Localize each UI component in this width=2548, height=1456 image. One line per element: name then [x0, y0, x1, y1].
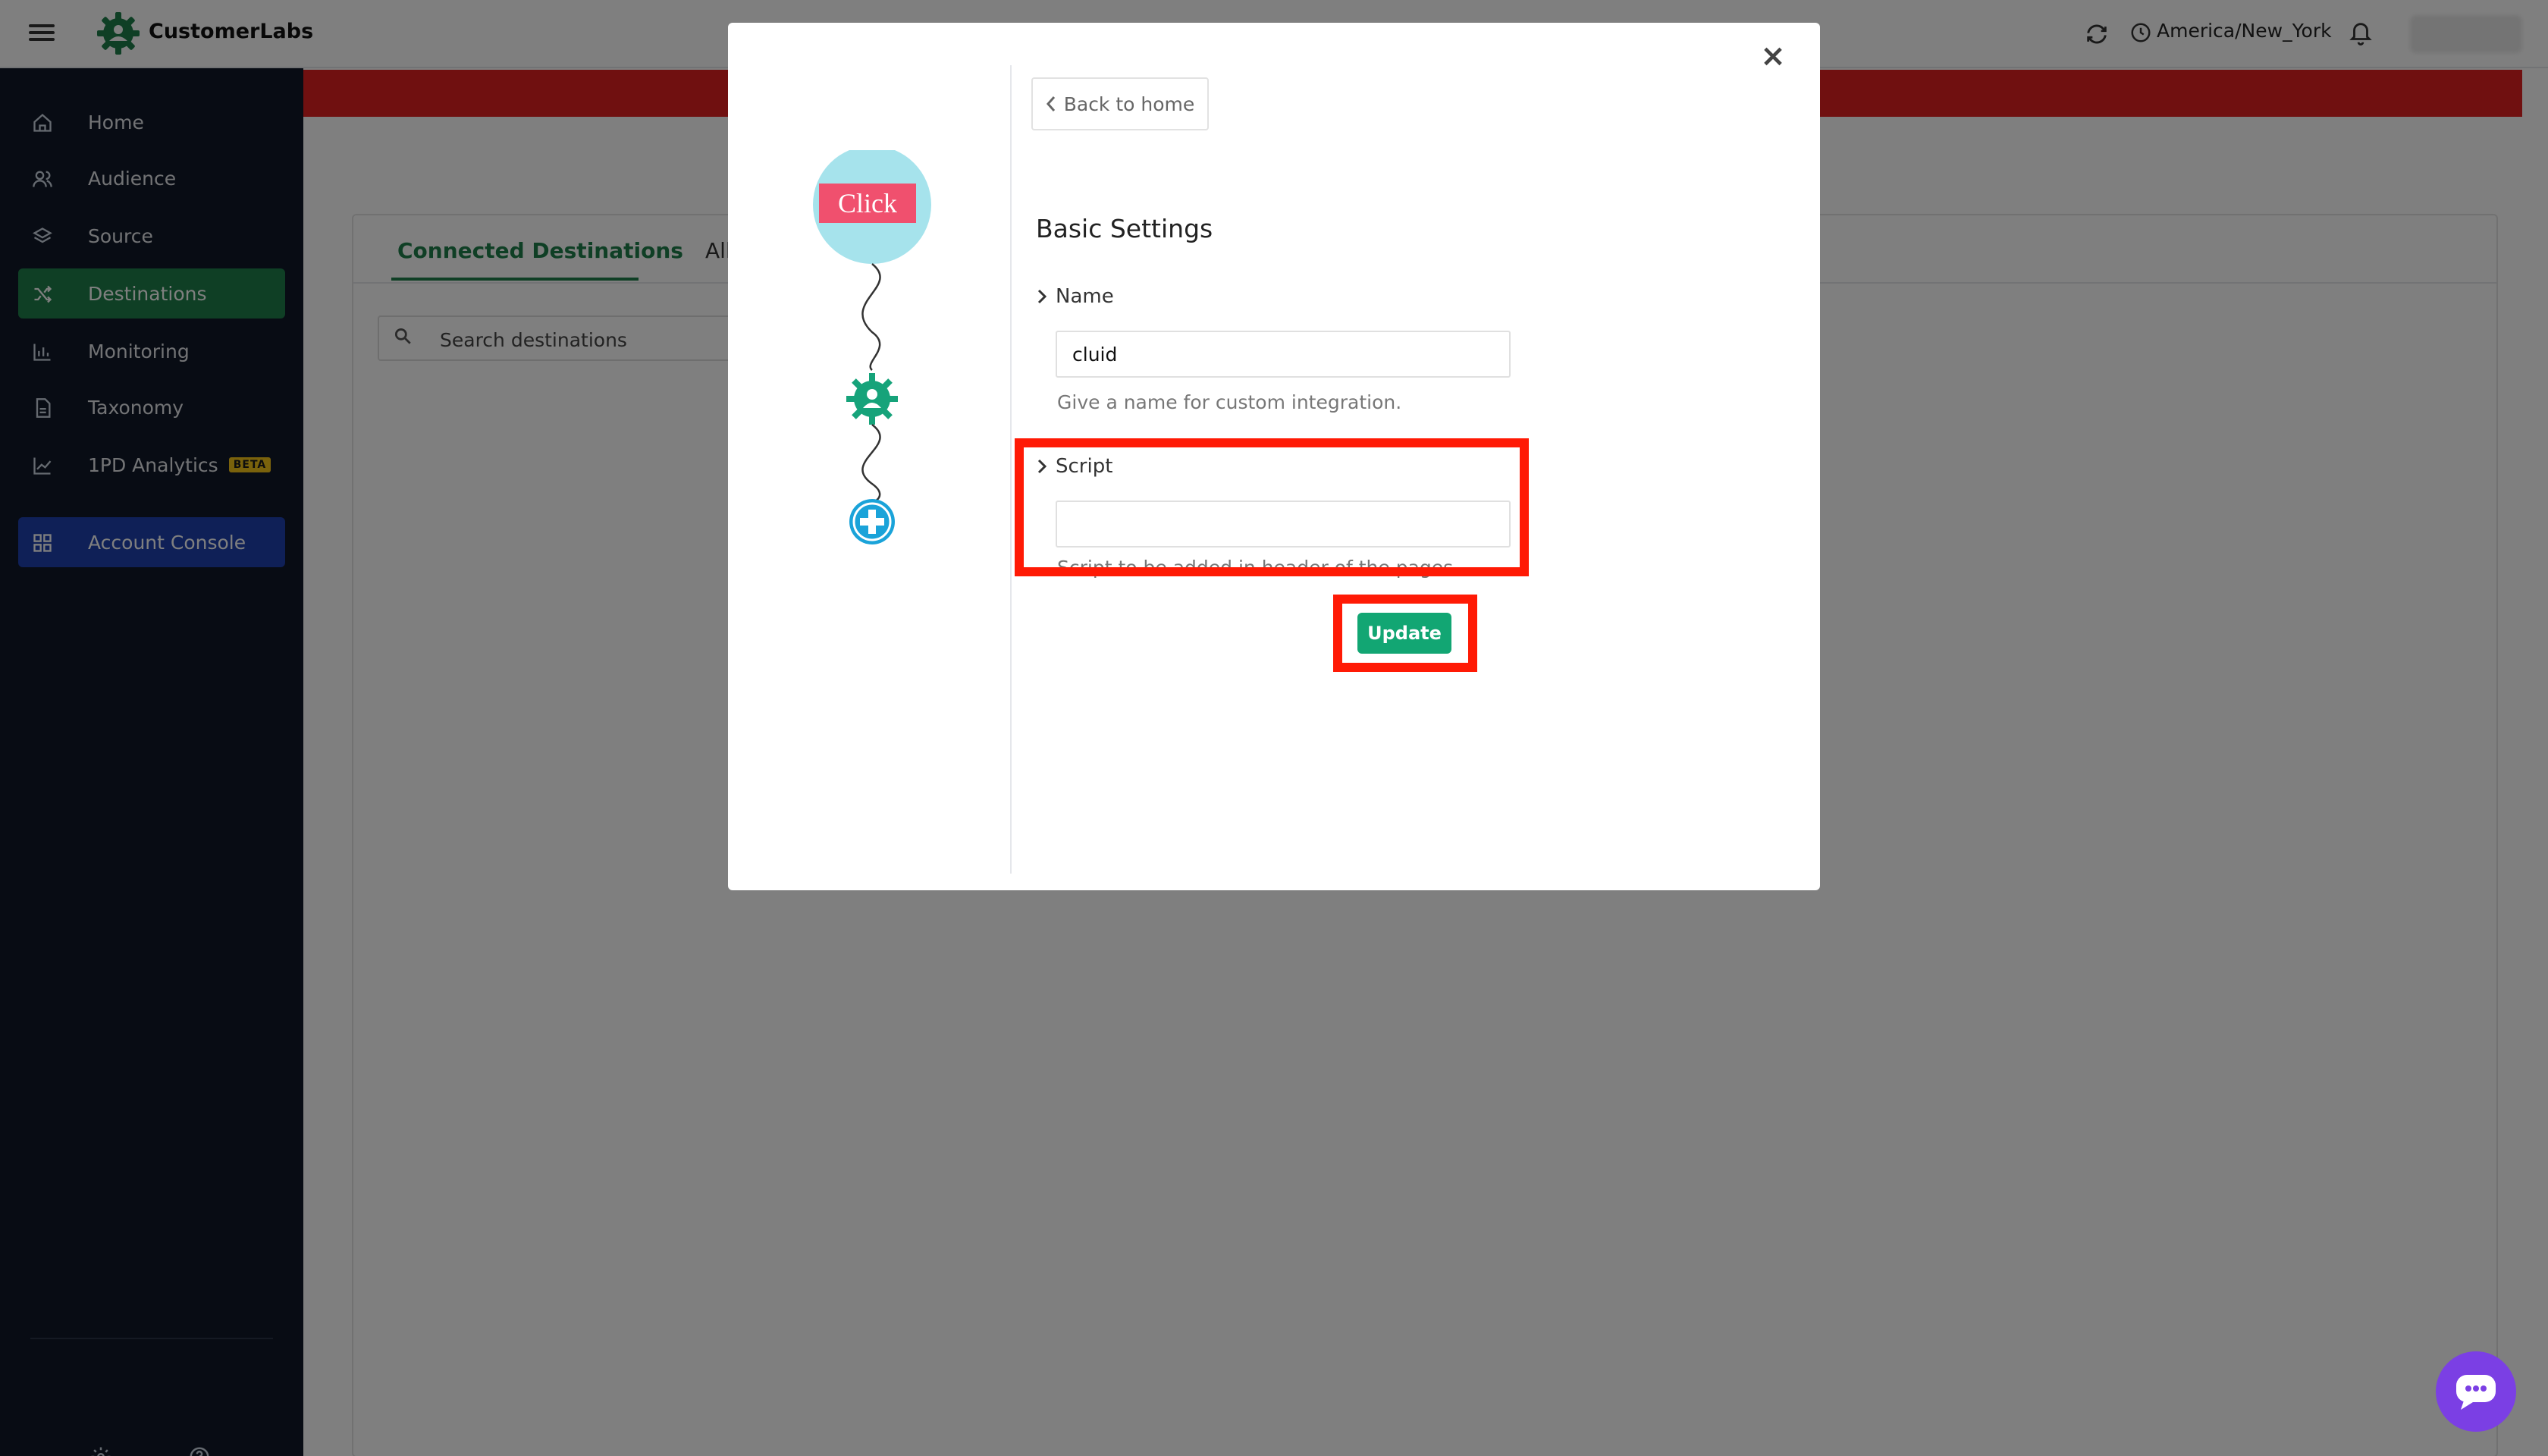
basic-settings-title: Basic Settings [1036, 214, 1213, 243]
name-input[interactable]: cluid [1056, 331, 1511, 378]
integration-settings-modal: × Click Back to home Basic Settings Name… [728, 23, 1820, 890]
chat-bubble-icon [2456, 1375, 2496, 1410]
script-highlight-box [1015, 438, 1529, 576]
chevron-left-icon [1046, 96, 1055, 111]
chat-widget-button[interactable] [2436, 1351, 2516, 1432]
back-to-home-label: Back to home [1063, 93, 1195, 115]
integration-flow-illustration: Click [813, 150, 931, 544]
update-button[interactable]: Update [1357, 613, 1451, 654]
modal-column-divider [1010, 65, 1012, 874]
back-to-home-button[interactable]: Back to home [1031, 77, 1209, 130]
name-help-text: Give a name for custom integration. [1057, 391, 1402, 413]
close-icon[interactable]: × [1759, 41, 1787, 71]
name-field-label: Name [1056, 285, 1114, 308]
chevron-right-icon [1037, 289, 1047, 304]
flow-click-label: Click [838, 188, 897, 218]
name-field-header[interactable]: Name [1036, 285, 1114, 308]
